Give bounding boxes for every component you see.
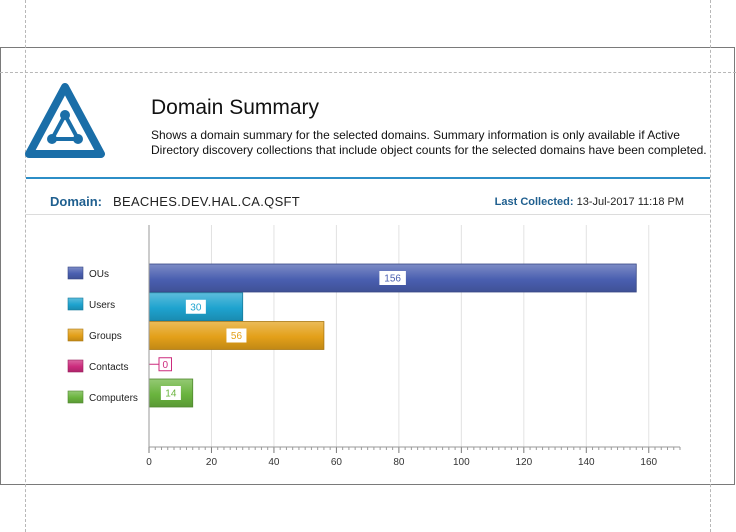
legend-swatch-users [67,297,84,311]
legend-swatch-computers [67,390,84,404]
x-tick-label: 120 [515,457,532,468]
domain-summary-bar-chart: 156 30 56 0 14 0 20 40 60 80 100 120 140 160 OUs User… [67,225,681,468]
x-tick-label: 20 [206,457,218,468]
x-tick-label: 0 [146,457,152,468]
legend-label-computers: Computers [89,393,138,404]
x-tick-label: 80 [393,457,405,468]
data-label-groups: 56 [231,331,243,342]
x-tick-label: 60 [331,457,343,468]
legend-swatch-ous [67,266,84,280]
legend-label-users: Users [89,300,115,311]
data-label-ous: 156 [384,274,401,285]
legend-swatch-groups [67,328,84,342]
data-label-contacts: 0 [162,360,168,371]
legend-label-groups: Groups [89,331,122,342]
x-tick-label: 160 [640,457,657,468]
legend-swatch-contacts [67,359,84,373]
x-tick-label: 100 [453,457,470,468]
legend-label-contacts: Contacts [89,362,128,373]
data-label-computers: 14 [165,389,177,400]
chart-legend: OUs Users Groups Contacts Computers [67,266,138,404]
legend-label-ous: OUs [89,269,109,280]
data-label-users: 30 [190,302,202,313]
x-tick-label: 40 [268,457,280,468]
x-tick-label: 140 [578,457,595,468]
